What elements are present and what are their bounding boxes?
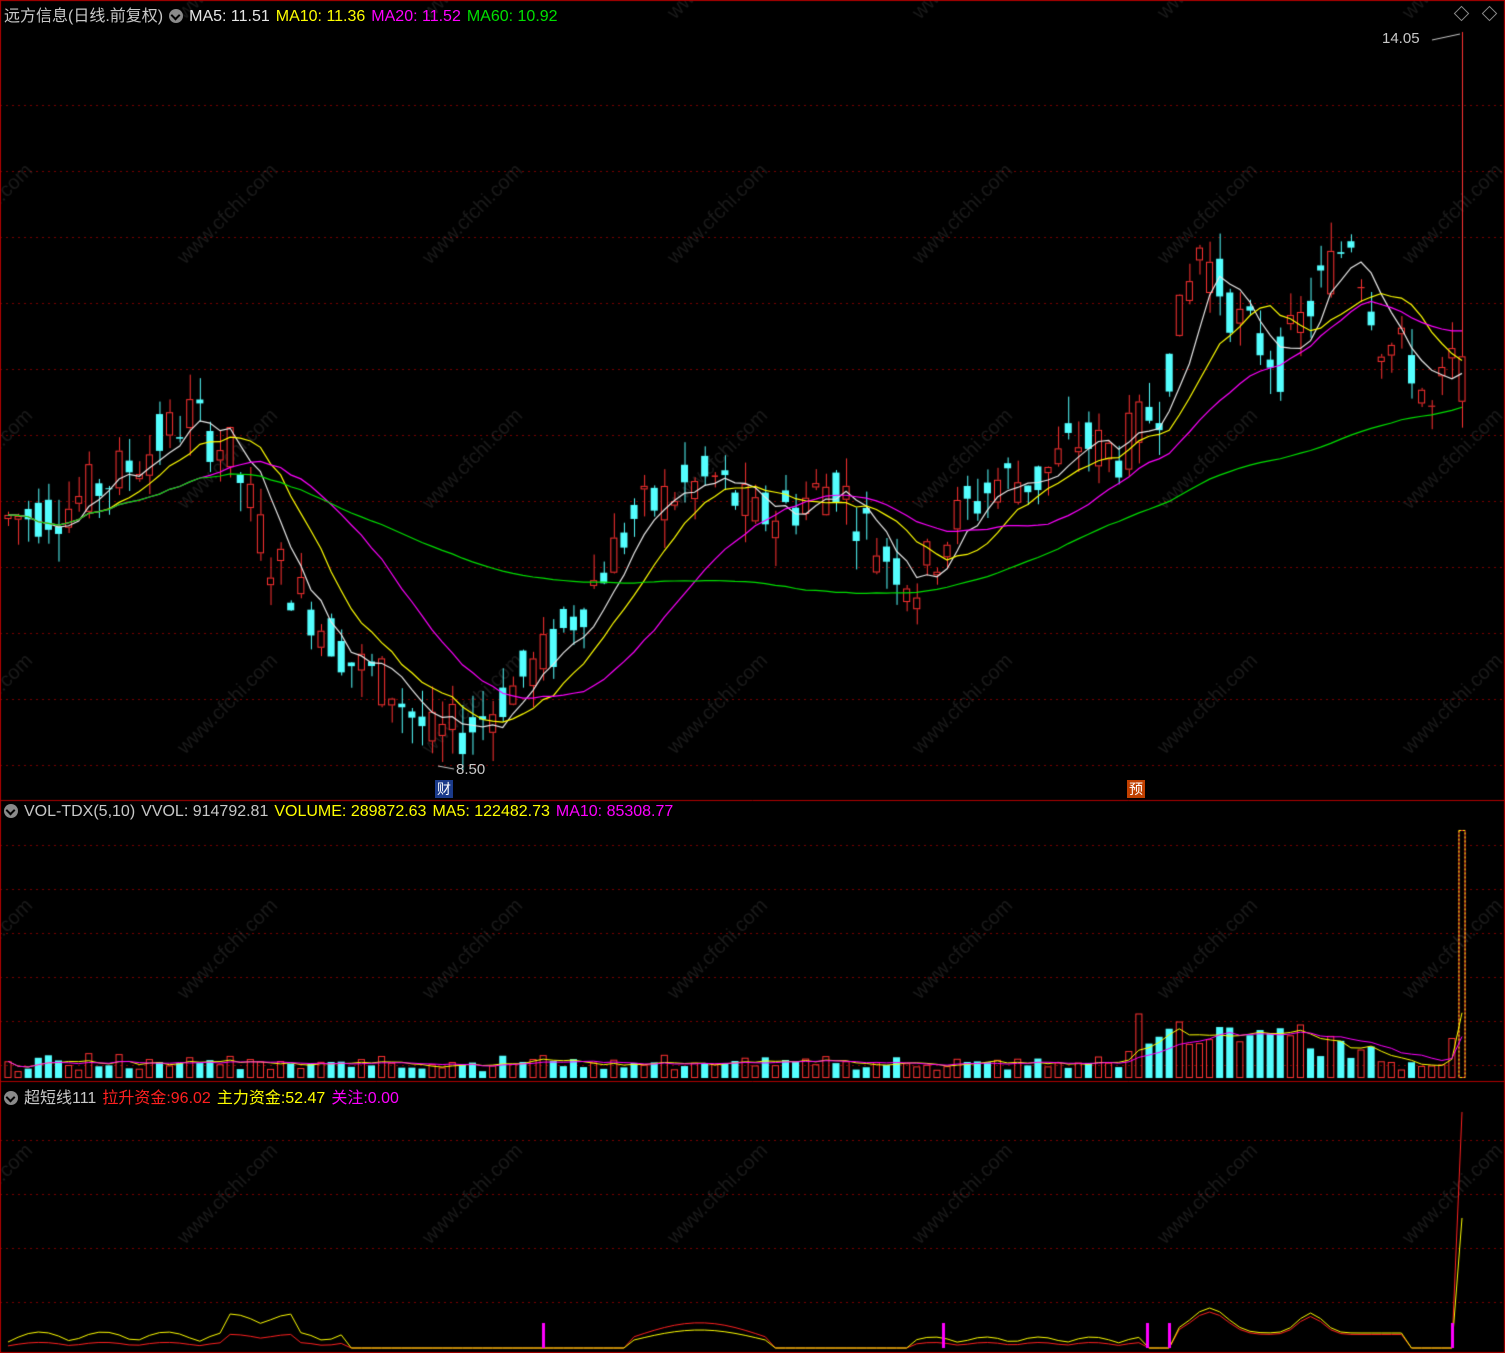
volume-label: VOLUME: 289872.63	[274, 803, 427, 820]
high-price-label: 14.05	[1382, 30, 1420, 47]
low-price-label: 8.50	[456, 761, 486, 778]
vvol-label: VVOL: 914792.81	[141, 803, 269, 820]
volume-menu-icon[interactable]	[4, 804, 18, 818]
ma5-label: MA5: 11.51	[189, 8, 270, 25]
main-panel-header: 远方信息(日线.前复权) MA5: 11.51 MA10: 11.36 MA20: 1…	[4, 2, 564, 26]
zhuli-value: 52.47	[285, 1090, 326, 1107]
volume-ma5-label: MA5: 122482.73	[432, 803, 550, 820]
stock-title[interactable]: 远方信息(日线.前复权)	[4, 8, 163, 25]
lasheng-label: 拉升资金:	[102, 1090, 171, 1107]
indicator-panel-menu-icon[interactable]	[4, 1091, 18, 1105]
stock-chart-canvas[interactable]	[0, 0, 1505, 1353]
forecast-marker[interactable]: 预	[1127, 780, 1145, 798]
indicator-title[interactable]: 超短线111	[24, 1090, 96, 1107]
zhuli-label: 主力资金:	[216, 1090, 286, 1107]
volume-ma10-label: MA10: 85308.77	[555, 803, 674, 820]
indicator-panel-header: 超短线111 拉升资金:96.02 主力资金:52.47 关注:0.00	[4, 1084, 405, 1108]
financial-report-marker[interactable]: 财	[435, 780, 453, 798]
ma60-label: MA60: 10.92	[466, 8, 558, 25]
lasheng-value: 96.02	[170, 1090, 211, 1107]
ma20-label: MA20: 11.52	[371, 8, 461, 25]
guanzhu-label: 关注:	[331, 1090, 368, 1107]
volume-title[interactable]: VOL-TDX(5,10)	[24, 803, 135, 820]
volume-panel-header: VOL-TDX(5,10) VVOL: 914792.81 VOLUME: 2898…	[4, 803, 679, 821]
guanzhu-value: 0.00	[367, 1090, 399, 1107]
indicator-menu-icon[interactable]	[169, 9, 184, 23]
ma10-label: MA10: 11.36	[275, 8, 366, 25]
